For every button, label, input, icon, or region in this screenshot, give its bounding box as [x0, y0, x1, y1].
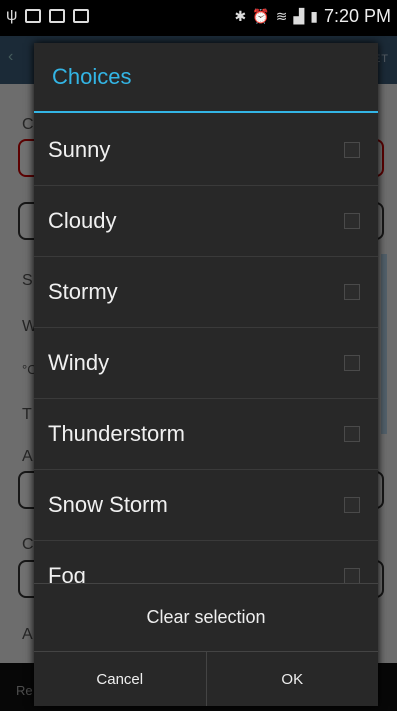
checkbox[interactable]: [344, 284, 360, 300]
checkbox[interactable]: [344, 142, 360, 158]
list-item-thunderstorm[interactable]: Thunderstorm: [34, 399, 378, 470]
checkbox[interactable]: [344, 213, 360, 229]
status-left-icons: ψ: [6, 7, 90, 24]
message-icon: [73, 9, 90, 23]
list-item-windy[interactable]: Windy: [34, 328, 378, 399]
image-icon: [49, 9, 66, 23]
clear-selection-button[interactable]: Clear selection: [34, 583, 378, 651]
dialog-title: Choices: [34, 43, 378, 113]
bluetooth-icon: ✱: [234, 8, 247, 24]
battery-small-icon: [25, 9, 42, 23]
list-item-label: Fog: [48, 563, 86, 583]
list-item-cloudy[interactable]: Cloudy: [34, 186, 378, 257]
list-item-snow-storm[interactable]: Snow Storm: [34, 470, 378, 541]
cancel-button[interactable]: Cancel: [34, 652, 206, 706]
battery-icon: ▮: [310, 8, 318, 24]
choices-list[interactable]: Sunny Cloudy Stormy Windy Thunderstorm S…: [34, 115, 378, 583]
list-item-label: Cloudy: [48, 208, 117, 233]
status-bar: ψ ✱ ⏰ ≋ ▟ ▮ 7:20 PM: [0, 0, 397, 36]
usb-icon: ψ: [6, 7, 18, 24]
dialog-actions: Cancel OK: [34, 651, 378, 706]
checkbox[interactable]: [344, 568, 360, 583]
status-right-icons: ✱ ⏰ ≋ ▟ ▮ 7:20 PM: [235, 6, 391, 27]
ok-button[interactable]: OK: [205, 652, 379, 706]
wifi-icon: ≋: [275, 8, 288, 24]
checkbox[interactable]: [344, 355, 360, 371]
list-item-stormy[interactable]: Stormy: [34, 257, 378, 328]
checkbox[interactable]: [344, 497, 360, 513]
status-time: 7:20 PM: [323, 6, 391, 26]
alarm-icon: ⏰: [252, 8, 270, 24]
list-item-label: Thunderstorm: [48, 421, 185, 446]
list-item-fog[interactable]: Fog: [34, 541, 378, 583]
list-item-sunny[interactable]: Sunny: [34, 115, 378, 186]
signal-icon: ▟: [293, 8, 305, 24]
choices-dialog: Choices Sunny Cloudy Stormy Windy Thunde…: [34, 43, 378, 706]
list-item-label: Stormy: [48, 279, 118, 304]
list-item-label: Sunny: [48, 137, 111, 162]
list-item-label: Snow Storm: [48, 492, 168, 517]
list-item-label: Windy: [48, 350, 110, 375]
checkbox[interactable]: [344, 426, 360, 442]
